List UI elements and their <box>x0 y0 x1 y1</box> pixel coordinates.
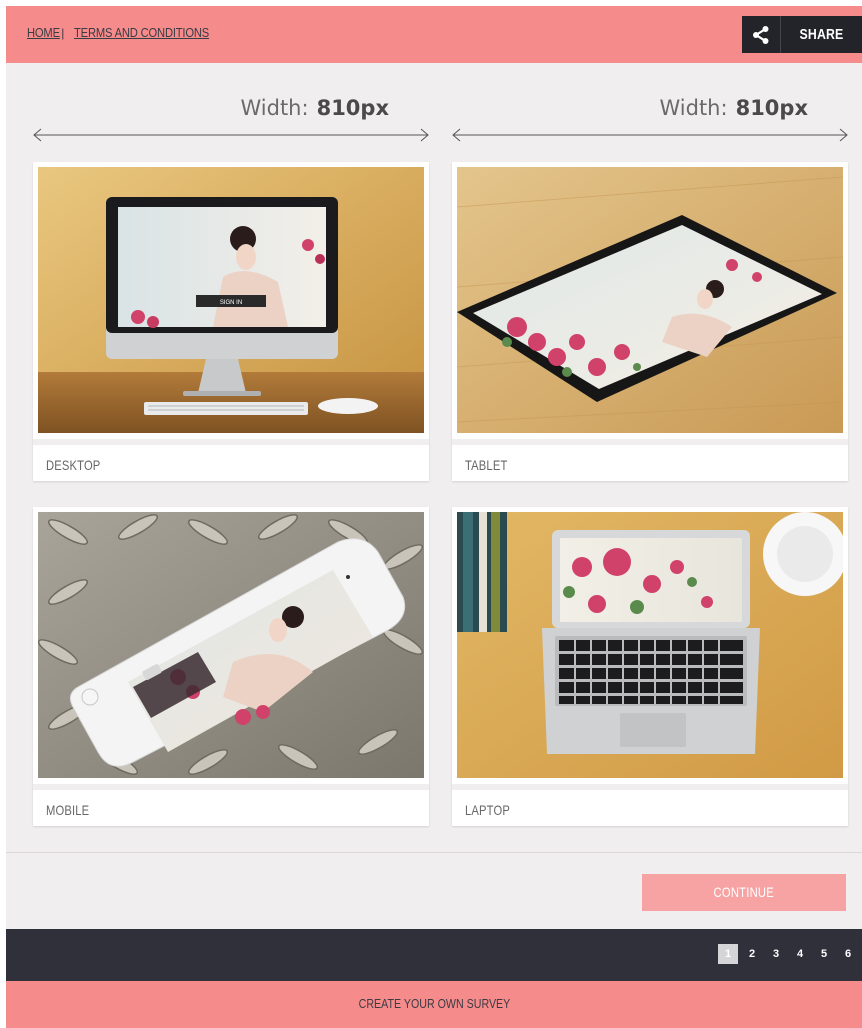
option-label: LAPTOP <box>465 802 510 818</box>
option-card-tablet[interactable]: TABLET <box>452 162 848 481</box>
page-3-button[interactable]: 3 <box>766 944 786 964</box>
continue-button[interactable]: CONTINUE <box>642 874 846 911</box>
footer-bar: CREATE YOUR OWN SURVEY <box>6 981 862 1028</box>
width-indicator-left: Width: 810px <box>33 96 429 146</box>
page-5-button[interactable]: 5 <box>814 944 834 964</box>
width-text: Width: 810px <box>240 96 389 120</box>
width-text: Width: 810px <box>659 96 808 120</box>
breadcrumb-terms-link[interactable]: TERMS AND CONDITIONS <box>74 25 209 40</box>
share-icon <box>742 16 781 53</box>
page-1-button[interactable]: 1 <box>718 944 738 964</box>
smartphone-photo <box>38 512 424 778</box>
breadcrumb: HOME | TERMS AND CONDITIONS <box>27 25 231 40</box>
desktop-screen-button: SIGN IN <box>220 300 242 306</box>
share-button[interactable]: SHARE <box>742 16 862 53</box>
pagination: 123456 <box>714 944 858 964</box>
option-card-laptop[interactable]: LAPTOP <box>452 507 848 826</box>
width-value: 810px <box>316 96 389 120</box>
pagination-bar: 123456 <box>6 929 862 981</box>
width-label: Width: <box>240 96 309 120</box>
page-6-button[interactable]: 6 <box>838 944 858 964</box>
breadcrumb-home-link[interactable]: HOME <box>27 25 60 40</box>
option-card-mobile[interactable]: MOBILE <box>33 507 429 826</box>
option-label: TABLET <box>465 457 508 473</box>
top-bar: HOME | TERMS AND CONDITIONS SHARE <box>6 6 862 63</box>
desktop-monitor-photo: SIGN IN <box>38 167 424 433</box>
laptop-photo <box>457 512 843 778</box>
breadcrumb-separator: | <box>61 25 65 40</box>
create-survey-link[interactable]: CREATE YOUR OWN SURVEY <box>358 996 510 1011</box>
survey-page: HOME | TERMS AND CONDITIONS SHARE Width:… <box>6 6 862 1028</box>
option-caption: TABLET <box>452 439 848 481</box>
continue-label: CONTINUE <box>713 884 775 900</box>
width-label: Width: <box>659 96 728 120</box>
double-arrow-icon <box>33 128 429 142</box>
option-label: DESKTOP <box>46 457 101 473</box>
page-4-button[interactable]: 4 <box>790 944 810 964</box>
double-arrow-icon <box>452 128 848 142</box>
tablet-photo <box>457 167 843 433</box>
width-indicator-right: Width: 810px <box>452 96 848 146</box>
option-caption: MOBILE <box>33 784 429 826</box>
option-card-desktop[interactable]: SIGN IN DESKTOP <box>33 162 429 481</box>
share-label: SHARE <box>799 26 844 43</box>
page-2-button[interactable]: 2 <box>742 944 762 964</box>
option-label: MOBILE <box>46 802 90 818</box>
width-value: 810px <box>735 96 808 120</box>
divider <box>6 852 862 853</box>
option-caption: DESKTOP <box>33 439 429 481</box>
option-caption: LAPTOP <box>452 784 848 826</box>
